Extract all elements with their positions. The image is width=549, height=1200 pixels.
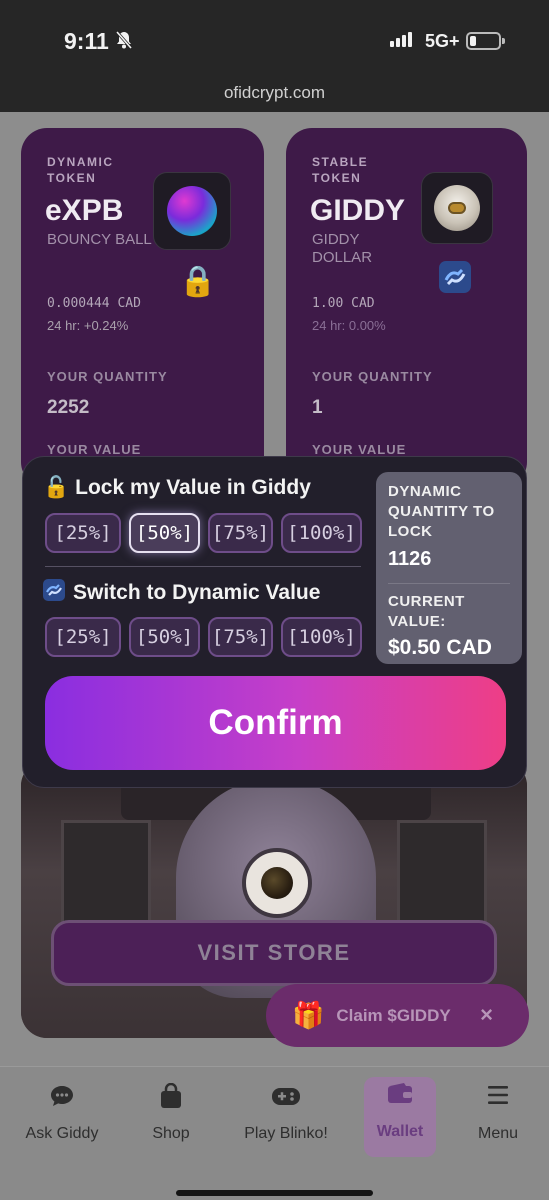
switch-section-title: Switch to Dynamic Value	[43, 579, 320, 607]
value-label: YOUR VALUE	[312, 442, 407, 457]
token-symbol: eXPB	[45, 194, 124, 227]
token-change: 24 hr: 0.00%	[312, 318, 386, 333]
nav-label: Menu	[477, 1125, 519, 1142]
confirm-button[interactable]: Confirm	[45, 676, 506, 770]
gift-icon: 🎁	[292, 1000, 325, 1030]
lock-25-button[interactable]: [25%]	[45, 513, 121, 553]
nav-label: Play Blinko!	[244, 1125, 328, 1142]
nav-item-play-blinko[interactable]: Play Blinko!	[232, 1079, 340, 1155]
chat-icon	[14, 1083, 110, 1113]
switch-arrows-icon	[43, 579, 65, 607]
hamburger-icon	[462, 1083, 534, 1113]
lock-summary-panel: DYNAMIC QUANTITY TO LOCK 1126 CURRENT VA…	[376, 472, 522, 664]
bell-muted-icon	[114, 30, 134, 55]
status-bar: 9:11 5G+	[0, 0, 549, 80]
url-text: ofidcrypt.com	[223, 83, 326, 102]
monster-eye	[242, 848, 312, 918]
bottom-nav: Ask Giddy Shop Play Blinko! Wallet Menu	[0, 1066, 549, 1200]
status-time: 9:11	[64, 28, 109, 54]
token-type: DYNAMIC TOKEN	[47, 155, 114, 185]
lock-section-title: 🔓 Lock my Value in Giddy	[43, 476, 311, 500]
switch-arrows-icon[interactable]	[438, 260, 472, 299]
battery-icon	[466, 32, 505, 50]
lock-value-modal: 🔓 Lock my Value in Giddy [25%] [50%] [75…	[22, 456, 527, 788]
token-change: 24 hr: +0.24%	[47, 318, 129, 333]
quantity-value: 1	[312, 397, 323, 418]
lock-icon: 🔓	[43, 476, 70, 499]
token-price: 0.000444 CAD	[47, 296, 141, 311]
lock-50-button[interactable]: [50%]	[129, 513, 200, 553]
quantity-label: YOUR QUANTITY	[47, 369, 168, 384]
switch-100-button[interactable]: [100%]	[281, 617, 362, 657]
giddy-coin-logo-icon	[434, 185, 480, 231]
shopping-bag-icon	[135, 1082, 207, 1113]
lock-percent-options: [25%] [50%] [75%] [100%]	[45, 513, 362, 553]
lock-75-button[interactable]: [75%]	[208, 513, 273, 553]
switch-25-button[interactable]: [25%]	[45, 617, 121, 657]
lock-100-button[interactable]: [100%]	[281, 513, 362, 553]
quantity-to-lock-value: 1126	[388, 548, 432, 570]
current-value-label: CURRENT VALUE:	[388, 593, 465, 630]
token-card-expb[interactable]: DYNAMIC TOKEN eXPB BOUNCY BALL 🔒 0.00044…	[21, 128, 264, 488]
quantity-label: YOUR QUANTITY	[312, 369, 433, 384]
quantity-to-lock-label: DYNAMIC QUANTITY TO LOCK	[388, 483, 495, 540]
token-symbol: GIDDY	[310, 194, 406, 227]
token-price: 1.00 CAD	[312, 296, 375, 311]
network-type: 5G+	[425, 31, 460, 51]
quantity-value: 2252	[47, 397, 90, 418]
token-type: STABLE TOKEN	[312, 155, 369, 185]
lock-icon[interactable]: 🔒	[179, 264, 216, 299]
value-label: YOUR VALUE	[47, 442, 142, 457]
bouncy-ball-logo-icon	[167, 186, 217, 236]
claim-label: Claim $GIDDY	[336, 1005, 451, 1025]
claim-giddy-button[interactable]: 🎁 Claim $GIDDY ×	[266, 984, 529, 1047]
nav-label: Ask Giddy	[25, 1125, 99, 1142]
token-name: BOUNCY BALL	[47, 231, 152, 248]
token-logo	[421, 172, 493, 244]
divider	[388, 583, 510, 584]
token-card-giddy[interactable]: STABLE TOKEN GIDDY GIDDY DOLLAR 1.00 CAD…	[286, 128, 527, 488]
wallet-icon	[364, 1081, 436, 1111]
divider	[45, 566, 361, 567]
nav-label: Shop	[152, 1125, 190, 1142]
switch-title-text: Switch to Dynamic Value	[73, 581, 321, 604]
nav-item-wallet[interactable]: Wallet	[364, 1077, 436, 1157]
browser-url-bar[interactable]: ofidcrypt.com	[0, 80, 549, 112]
token-logo	[153, 172, 231, 250]
switch-50-button[interactable]: [50%]	[129, 617, 200, 657]
nav-item-ask-giddy[interactable]: Ask Giddy	[14, 1079, 110, 1155]
gamepad-icon	[232, 1083, 340, 1113]
token-name: GIDDY DOLLAR	[312, 231, 373, 266]
close-icon[interactable]: ×	[480, 1002, 493, 1028]
nav-label: Wallet	[376, 1123, 424, 1140]
nav-item-shop[interactable]: Shop	[135, 1079, 207, 1155]
lock-title-text: Lock my Value in Giddy	[75, 476, 311, 499]
current-value-amount: $0.50 CAD	[388, 636, 492, 659]
cell-signal-icon	[390, 32, 412, 47]
switch-percent-options: [25%] [50%] [75%] [100%]	[45, 617, 362, 657]
home-indicator[interactable]	[176, 1190, 373, 1196]
switch-75-button[interactable]: [75%]	[208, 617, 273, 657]
visit-store-button[interactable]: VISIT STORE	[51, 920, 497, 986]
nav-item-menu[interactable]: Menu	[462, 1079, 534, 1155]
